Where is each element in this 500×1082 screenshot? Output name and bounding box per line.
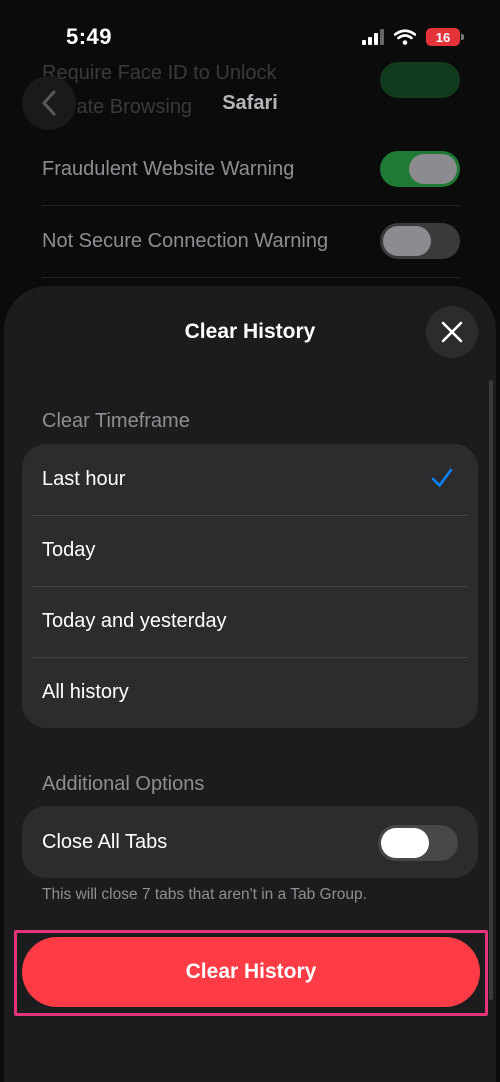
clear-history-button[interactable]: Clear History xyxy=(22,937,480,1007)
not-secure-warning-toggle[interactable] xyxy=(380,223,460,259)
close-button[interactable] xyxy=(426,306,478,358)
setting-label: Not Secure Connection Warning xyxy=(42,230,329,252)
battery-level: 16 xyxy=(435,29,451,45)
clear-timeframe-label: Clear Timeframe xyxy=(42,410,190,432)
cellular-signal-icon xyxy=(362,29,384,45)
option-label: Today xyxy=(42,539,96,561)
option-label: All history xyxy=(42,681,129,703)
checkmark-icon xyxy=(431,468,453,487)
close-all-tabs-toggle[interactable] xyxy=(378,825,458,861)
timeframe-option-all-history[interactable]: All history xyxy=(22,657,478,728)
sheet-title: Clear History xyxy=(184,320,316,343)
additional-options-label: Additional Options xyxy=(42,773,205,795)
additional-options-group: Close All Tabs xyxy=(22,806,478,878)
close-icon xyxy=(441,321,463,343)
timeframe-group: Last hour Today Today and yesterday All … xyxy=(22,444,478,728)
scroll-indicator[interactable] xyxy=(489,380,493,1000)
fraudulent-warning-toggle[interactable] xyxy=(380,151,460,187)
status-time: 5:49 xyxy=(66,24,113,49)
timeframe-option-last-hour[interactable]: Last hour xyxy=(22,444,478,515)
setting-row-not-secure-warning[interactable]: Not Secure Connection Warning xyxy=(42,206,460,278)
toggle-knob xyxy=(409,154,457,184)
option-label: Today and yesterday xyxy=(42,610,227,632)
status-icons: 16 xyxy=(362,28,464,46)
nav-title: Safari xyxy=(222,92,278,114)
setting-row-fraudulent-warning[interactable]: Fraudulent Website Warning xyxy=(42,134,460,206)
close-all-tabs-row[interactable]: Close All Tabs xyxy=(22,806,478,878)
toggle-knob xyxy=(383,226,431,256)
timeframe-option-today-and-yesterday[interactable]: Today and yesterday xyxy=(22,586,478,657)
status-bar: 5:49 16 xyxy=(0,0,500,70)
wifi-icon xyxy=(394,29,416,45)
close-all-tabs-label: Close All Tabs xyxy=(42,830,168,853)
setting-label: Fraudulent Website Warning xyxy=(42,158,295,180)
timeframe-option-today[interactable]: Today xyxy=(22,515,478,586)
battery-icon: 16 xyxy=(426,28,464,46)
toggle-knob xyxy=(381,828,429,858)
clear-history-sheet: Clear History Clear Timeframe Last hour … xyxy=(4,286,496,1082)
close-tabs-footnote: This will close 7 tabs that aren't in a … xyxy=(42,886,367,903)
option-label: Last hour xyxy=(42,468,126,490)
